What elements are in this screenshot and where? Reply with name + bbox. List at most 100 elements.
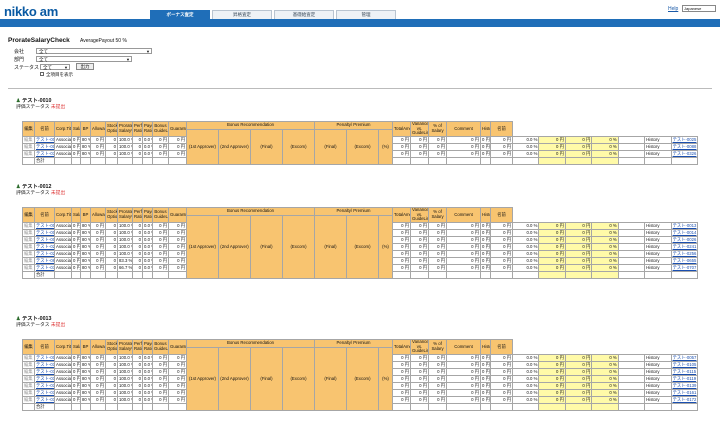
comment-cell[interactable] xyxy=(617,367,646,376)
edit-link[interactable]: 編集 xyxy=(22,381,35,390)
history-cell[interactable]: History xyxy=(644,235,672,244)
edit-link[interactable]: 編集 xyxy=(22,135,35,144)
edit-link[interactable]: 編集 xyxy=(22,228,35,237)
edit-link[interactable]: 編集 xyxy=(22,374,35,383)
employee-link[interactable]: テスト-0241 xyxy=(673,244,697,249)
employee-link[interactable]: テスト-0057 xyxy=(673,355,697,360)
history-cell[interactable]: History xyxy=(644,381,672,390)
edit-link[interactable]: 編集 xyxy=(22,142,35,151)
history-cell[interactable]: History xyxy=(644,228,672,237)
comment-cell[interactable] xyxy=(617,353,646,362)
employee-link[interactable]: テスト-0139 xyxy=(36,383,54,388)
employee-link[interactable]: テスト-0105 xyxy=(673,362,697,367)
history-cell[interactable]: History xyxy=(644,256,672,265)
comment-cell[interactable] xyxy=(617,388,646,397)
employee-link[interactable]: テスト-0026 xyxy=(36,237,54,242)
edit-link[interactable]: 編集 xyxy=(22,221,35,230)
edit-link[interactable]: 編集 xyxy=(22,388,35,397)
history-cell[interactable]: History xyxy=(644,135,672,144)
output-button[interactable]: 出力 xyxy=(76,63,94,70)
history-cell[interactable]: History xyxy=(644,263,672,272)
edit-link[interactable]: 編集 xyxy=(22,235,35,244)
employee-link[interactable]: テスト-0139 xyxy=(673,383,697,388)
edit-link[interactable]: 編集 xyxy=(22,249,35,258)
employee-link[interactable]: テスト-0115 xyxy=(673,369,697,374)
comment-cell[interactable] xyxy=(617,135,646,144)
comment-cell[interactable] xyxy=(617,149,646,158)
history-cell[interactable]: History xyxy=(644,242,672,251)
comment-cell[interactable] xyxy=(617,263,646,272)
comment-cell[interactable] xyxy=(617,221,646,230)
history-cell[interactable]: History xyxy=(644,221,672,230)
comment-cell[interactable] xyxy=(617,228,646,237)
history-cell[interactable]: History xyxy=(644,360,672,369)
edit-link[interactable]: 編集 xyxy=(22,367,35,376)
employee-link[interactable]: テスト-0326 xyxy=(36,151,54,156)
employee-link[interactable]: テスト-0105 xyxy=(36,362,54,367)
employee-link[interactable]: テスト-0014 xyxy=(36,230,54,235)
history-cell[interactable]: History xyxy=(644,149,672,158)
employee-link[interactable]: テスト-0025 xyxy=(673,137,697,142)
employee-link[interactable]: テスト-0014 xyxy=(673,230,697,235)
employee-link[interactable]: テスト-0115 xyxy=(36,369,54,374)
employee-link[interactable]: テスト-0707 xyxy=(673,265,697,270)
employee-link[interactable]: テスト-0655 xyxy=(673,258,697,263)
comment-cell[interactable] xyxy=(617,395,646,404)
employee-link[interactable]: テスト-0172 xyxy=(36,397,54,402)
history-cell[interactable]: History xyxy=(644,353,672,362)
edit-link[interactable]: 編集 xyxy=(22,360,35,369)
employee-link[interactable]: テスト-0088 xyxy=(673,144,697,149)
tab-bonus[interactable]: ボーナス査定 xyxy=(150,10,210,19)
help-link[interactable]: Help xyxy=(668,6,678,12)
employee-link[interactable]: テスト-0256 xyxy=(36,251,54,256)
employee-link[interactable]: テスト-0655 xyxy=(36,258,54,263)
tab-base-salary[interactable]: 基礎給査定 xyxy=(274,10,334,19)
edit-link[interactable]: 編集 xyxy=(22,242,35,251)
employee-link[interactable]: テスト-0119 xyxy=(673,376,697,381)
employee-link[interactable]: テスト-0025 xyxy=(36,137,54,142)
comment-cell[interactable] xyxy=(617,374,646,383)
employee-link[interactable]: テスト-0088 xyxy=(36,144,54,149)
show-all-checkbox[interactable] xyxy=(40,72,44,76)
tab-admin[interactable]: 管理 xyxy=(336,10,396,19)
employee-link[interactable]: テスト-0013 xyxy=(673,223,697,228)
history-cell[interactable]: History xyxy=(644,395,672,404)
dept-select[interactable]: 全て ▼ xyxy=(36,56,132,62)
edit-link[interactable]: 編集 xyxy=(22,149,35,158)
comment-cell[interactable] xyxy=(617,249,646,258)
employee-link[interactable]: テスト-0326 xyxy=(673,151,697,156)
employee-link[interactable]: テスト-0013 xyxy=(36,223,54,228)
employee-link[interactable]: テスト-0119 xyxy=(36,376,54,381)
employee-link[interactable]: テスト-0161 xyxy=(673,390,697,395)
employee-link[interactable]: テスト-0707 xyxy=(36,265,54,270)
edit-link[interactable]: 編集 xyxy=(22,256,35,265)
edit-link[interactable]: 編集 xyxy=(22,263,35,272)
comment-cell[interactable] xyxy=(617,381,646,390)
comment-cell[interactable] xyxy=(617,142,646,151)
comment-cell[interactable] xyxy=(617,235,646,244)
history-cell[interactable]: History xyxy=(644,142,672,151)
employee-link[interactable]: テスト-0057 xyxy=(36,355,54,360)
employee-link[interactable]: テスト-0241 xyxy=(36,244,54,249)
value-cell: 0 円 xyxy=(446,256,482,265)
tab-promotion[interactable]: 昇格査定 xyxy=(212,10,272,19)
employee-link[interactable]: テスト-0026 xyxy=(673,237,697,242)
blank-cell xyxy=(168,270,187,279)
employee-link[interactable]: テスト-0161 xyxy=(36,390,54,395)
comment-cell[interactable] xyxy=(617,242,646,251)
comment-cell[interactable] xyxy=(617,256,646,265)
value-cell: 0 円 xyxy=(71,367,81,376)
history-cell[interactable]: History xyxy=(644,367,672,376)
employee-link[interactable]: テスト-0256 xyxy=(673,251,697,256)
company-select[interactable]: 全て ▼ xyxy=(36,48,152,54)
history-cell[interactable]: History xyxy=(644,374,672,383)
chevron-down-icon: ▼ xyxy=(64,65,68,70)
language-select[interactable]: Japanese xyxy=(682,5,716,12)
history-cell[interactable]: History xyxy=(644,249,672,258)
comment-cell[interactable] xyxy=(617,360,646,369)
history-cell[interactable]: History xyxy=(644,388,672,397)
status-select[interactable]: 全て ▼ xyxy=(40,64,70,70)
edit-link[interactable]: 編集 xyxy=(22,395,35,404)
employee-link[interactable]: テスト-0172 xyxy=(673,397,697,402)
edit-link[interactable]: 編集 xyxy=(22,353,35,362)
